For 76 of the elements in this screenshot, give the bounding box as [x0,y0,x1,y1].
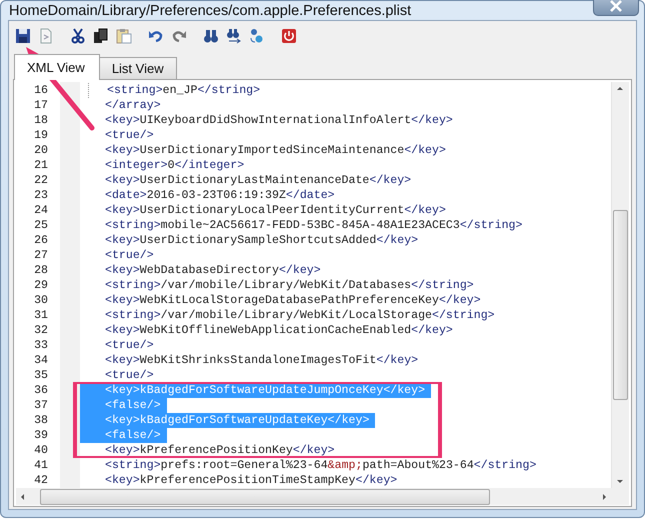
code-line: </array> [104,98,162,113]
scroll-thumb[interactable] [613,210,628,400]
replace-button[interactable] [249,28,265,44]
tab[interactable]: List View [98,57,177,79]
line-number: 18 [33,114,49,127]
cut-button[interactable] [70,28,86,44]
code-line: <string>prefs:root=General%23-64&amp;path=About%23-64</string> [104,458,538,473]
find-next-button[interactable] [226,28,242,44]
find-button[interactable] [203,28,219,44]
vertical-scrollbar[interactable] [611,82,629,488]
close-button[interactable] [593,0,639,16]
line-number: 33 [33,339,49,352]
line-number: 25 [33,219,49,232]
line-number: 20 [33,144,49,157]
line-number: 22 [33,174,49,187]
code-line: <date>2016-03-23T06:19:39Z</date> [104,188,336,203]
close-icon [609,0,623,12]
line-number: 26 [33,234,49,247]
line-number: 39 [33,429,49,442]
line-number: 40 [33,444,49,457]
line-number: 31 [33,309,49,322]
line-number: 29 [33,279,49,292]
line-number: 16 [33,84,49,97]
code-line: <true/> [104,368,155,383]
code-editor[interactable] [13,79,632,507]
tab[interactable]: XML View [14,54,100,80]
code-line: <true/> [104,338,155,353]
code-line: <key>UIKeyboardDidShowInternationalInfoAlert</key> [104,113,454,128]
line-number: 24 [33,204,49,217]
code-line: <true/> [104,128,155,143]
line-number: 34 [33,354,49,367]
code-line: <string>en_JP</string> [106,83,262,98]
paste-icon [116,28,132,44]
line-number: 28 [33,264,49,277]
window-title: HomeDomain/Library/Preferences/com.apple.Preferences.plist [8,2,412,18]
code-line: <key>WebKitShrinksStandaloneImagesToFit</key> [104,353,420,368]
power-button[interactable] [281,28,297,44]
line-number: 27 [33,249,49,262]
replace-icon [249,28,265,44]
line-number: 30 [33,294,49,307]
binoculars-arrow-icon [226,28,242,44]
line-number: 37 [33,399,49,412]
line-number: 36 [33,384,49,397]
line-number: 35 [33,369,49,382]
line-number: 38 [33,414,49,427]
line-number: 42 [33,474,49,487]
code-line: <key>UserDictionarySampleShortcutsAdded</key> [104,233,420,248]
code-line: <key>WebKitLocalStorageDatabasePathPreferenceKey</key> [104,293,482,308]
line-number: 23 [33,189,49,202]
scroll-thumb[interactable] [40,488,490,504]
document-icon [38,28,54,44]
binoculars-icon [203,28,219,44]
save-button[interactable] [15,28,31,44]
code-line: <key>kPreferencePositionTimeStampKey</key> [104,473,398,488]
power-icon [281,28,297,44]
copy-button[interactable] [93,28,109,44]
code-line: <integer>0</integer> [104,158,246,173]
scissors-icon [70,28,86,44]
code-line: <key>WebKitOfflineWebApplicationCacheEnabled</key> [104,323,454,338]
code-line: <string>/var/mobile/Library/WebKit/Databases</string> [104,278,475,293]
code-line: <string>mobile~2AC56617-FEDD-53BC-845A-48A1E23ACEC3</string> [104,218,524,233]
save-icon [15,28,31,44]
code-line: <string>/var/mobile/Library/WebKit/LocalStorage</string> [104,308,496,323]
code-line: <key>UserDictionaryImportedSinceMaintenance</key> [104,143,447,158]
code-line: <key>kPreferencePositionKey</key> [104,443,336,458]
code-line: <key>UserDictionaryLocalPeerIdentityCurrent</key> [104,203,447,218]
line-number: 32 [33,324,49,337]
line-number: 41 [33,459,49,472]
line-number: 17 [33,99,49,112]
line-number: 19 [33,129,49,142]
code-line: <true/> [104,248,155,263]
copy-icon [93,28,109,44]
code-line: <key>WebDatabaseDirectory</key> [104,263,322,278]
code-line: <key>UserDictionaryLastMaintenanceDate</key> [104,173,412,188]
line-number: 21 [33,159,49,172]
paste-button[interactable] [116,28,132,44]
